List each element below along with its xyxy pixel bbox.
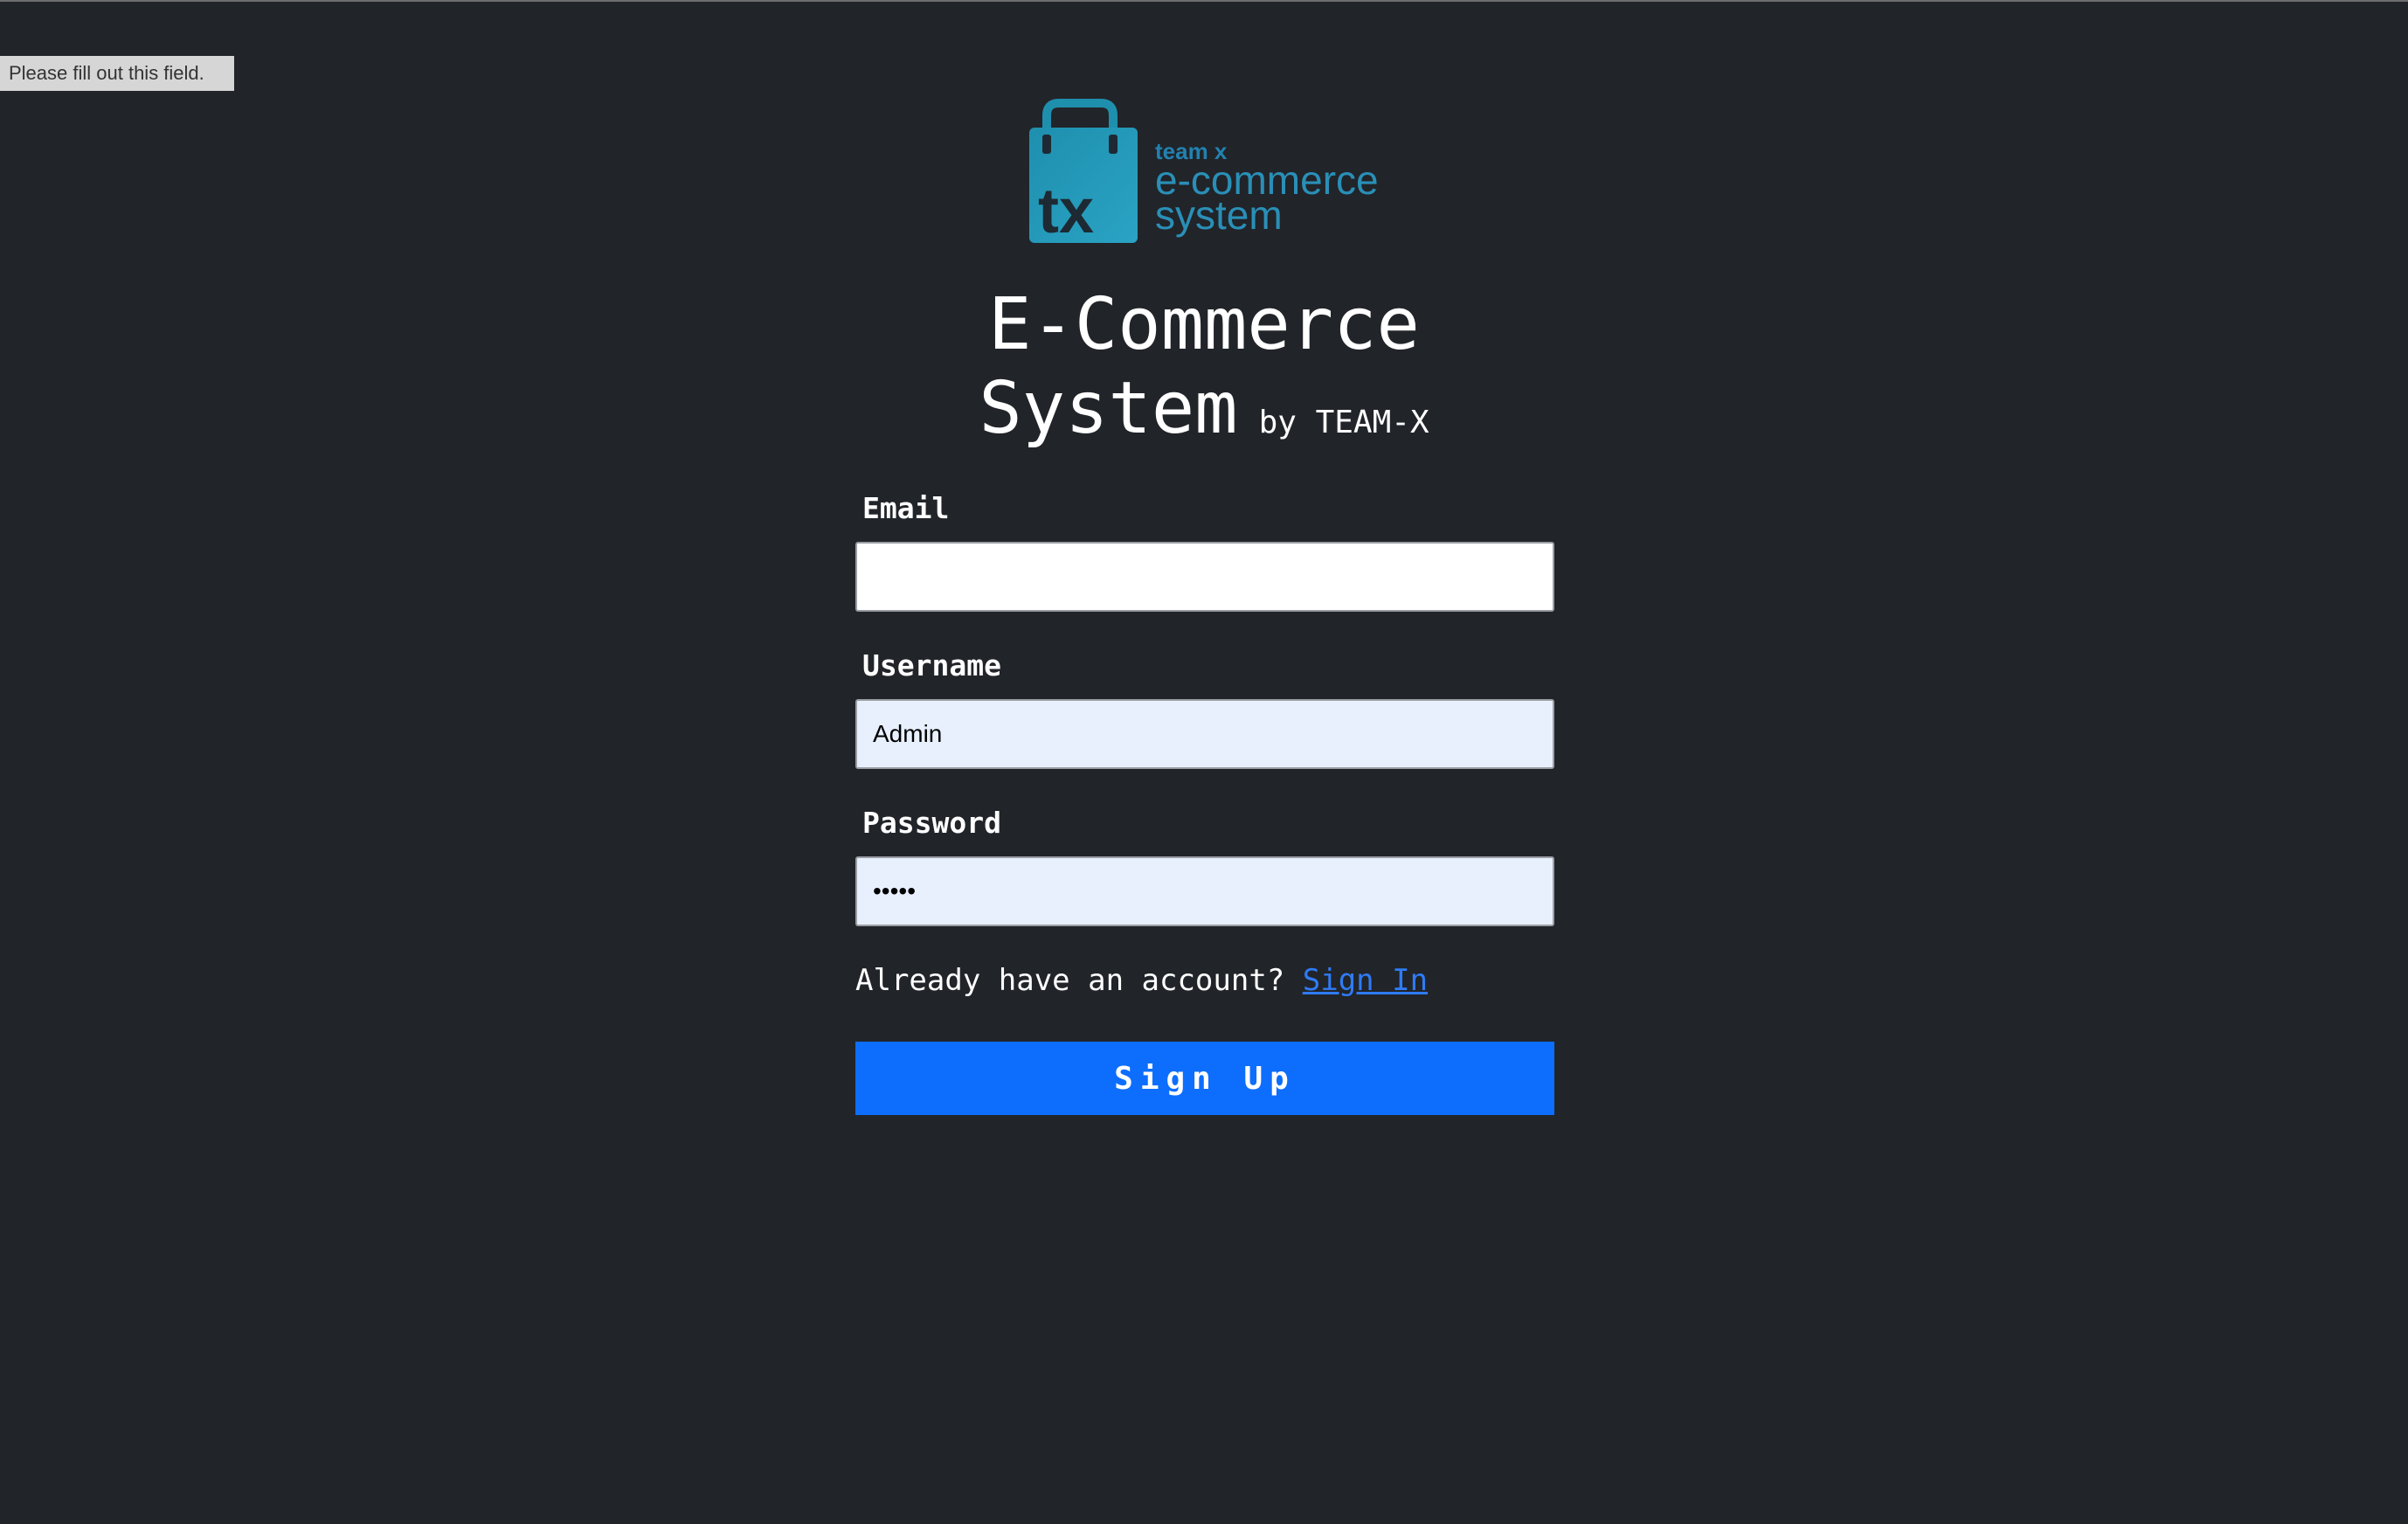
logo-badge-text: tx bbox=[1038, 177, 1094, 246]
email-label: Email bbox=[862, 491, 950, 525]
username-field[interactable] bbox=[855, 699, 1554, 769]
title-byline: by TEAM-X bbox=[1258, 405, 1429, 440]
password-label: Password bbox=[862, 806, 1001, 840]
signin-link[interactable]: Sign In bbox=[1303, 963, 1428, 998]
signup-button[interactable]: Sign Up bbox=[855, 1042, 1554, 1115]
brand-logo: tx team x e-commerce system bbox=[1026, 98, 1393, 248]
email-field-group: Email bbox=[855, 491, 1554, 612]
validation-tooltip: Please fill out this field. bbox=[0, 56, 234, 91]
account-prompt-text: Already have an account? bbox=[855, 963, 1285, 998]
title-line1: E-Commerce bbox=[988, 283, 1420, 366]
title-line2: System bbox=[979, 367, 1238, 450]
page-title: E-Commerce System by TEAM-X bbox=[874, 283, 1534, 465]
account-prompt-line: Already have an account? Sign In bbox=[855, 963, 1554, 998]
password-field[interactable] bbox=[855, 856, 1554, 926]
shopping-bag-icon: tx bbox=[1029, 99, 1138, 246]
username-label: Username bbox=[862, 648, 1001, 682]
password-field-group: Password bbox=[855, 806, 1554, 926]
email-field[interactable] bbox=[855, 542, 1554, 612]
logo-wordmark: team x e-commerce system bbox=[1155, 140, 1379, 238]
username-field-group: Username bbox=[855, 648, 1554, 769]
signup-form: Email Username Password Already have an … bbox=[855, 491, 1554, 1115]
logo-line-system: system bbox=[1155, 192, 1283, 238]
